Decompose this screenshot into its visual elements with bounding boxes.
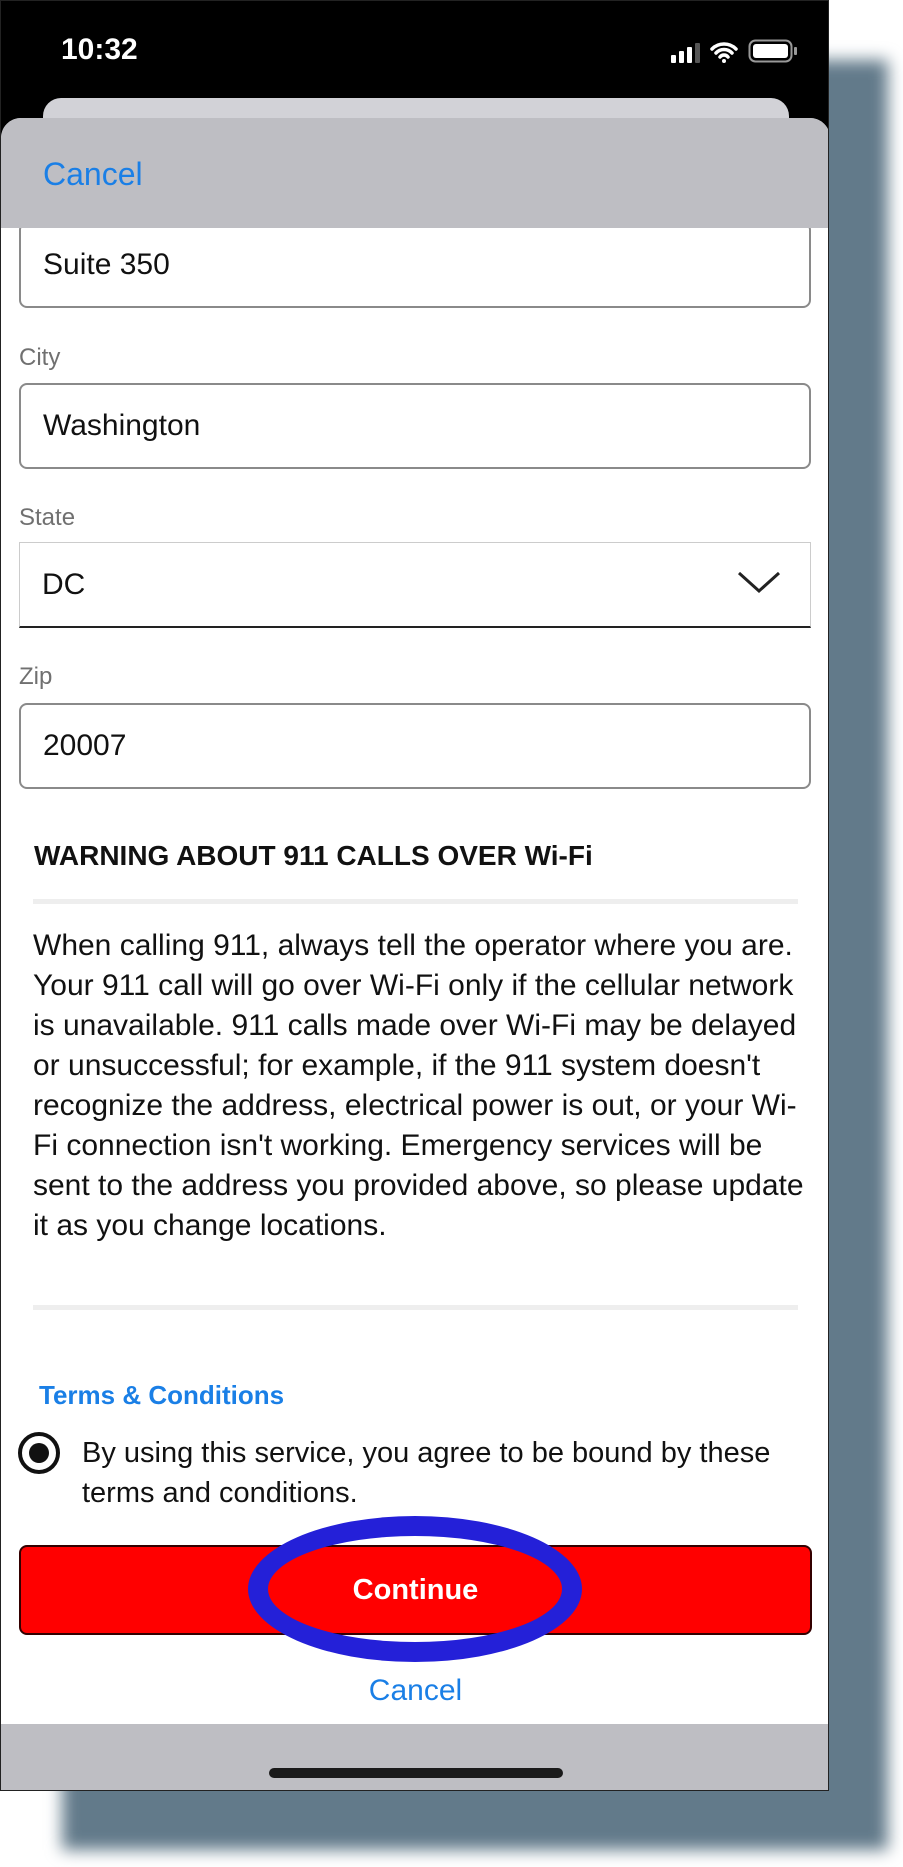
divider xyxy=(33,1305,798,1310)
chevron-down-icon xyxy=(737,571,781,594)
terms-link[interactable]: Terms & Conditions xyxy=(39,1380,284,1411)
status-icons xyxy=(671,39,798,63)
cancel-button-bottom[interactable]: Cancel xyxy=(1,1674,828,1708)
warning-title: WARNING ABOUT 911 CALLS OVER Wi-Fi xyxy=(34,840,593,871)
bottom-bar xyxy=(1,1724,828,1790)
divider xyxy=(33,899,798,904)
phone-screen: 10:32 Cancel Suite 350 City Washington S… xyxy=(0,0,829,1791)
status-time: 10:32 xyxy=(61,33,138,66)
agree-radio[interactable] xyxy=(18,1432,60,1474)
battery-icon xyxy=(748,39,797,63)
cancel-button-top[interactable]: Cancel xyxy=(43,156,143,193)
zip-input[interactable]: 20007 xyxy=(19,703,811,789)
home-indicator[interactable] xyxy=(269,1768,563,1778)
state-value: DC xyxy=(42,567,86,601)
warning-body: When calling 911, always tell the operat… xyxy=(33,929,804,1242)
sheet-header: Cancel xyxy=(1,118,828,228)
highlight-circle-annotation xyxy=(248,1516,582,1662)
wifi-icon xyxy=(710,42,738,63)
modal-sheet: Cancel Suite 350 City Washington State D… xyxy=(1,118,828,1790)
zip-label: Zip xyxy=(19,663,53,690)
state-select[interactable]: DC xyxy=(19,542,811,628)
city-label: City xyxy=(19,344,61,371)
address-line2-input[interactable]: Suite 350 xyxy=(19,222,811,308)
city-input[interactable]: Washington xyxy=(19,383,811,469)
state-label: State xyxy=(19,504,76,531)
cellular-signal-icon xyxy=(671,43,700,63)
agree-text: By using this service, you agree to be b… xyxy=(82,1437,771,1509)
